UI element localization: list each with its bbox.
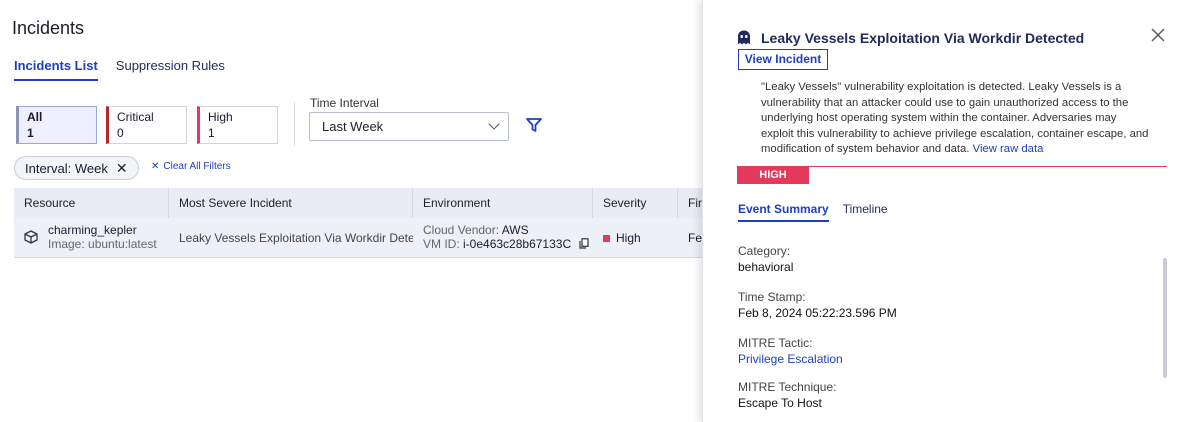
ghost-alert-icon: [738, 30, 750, 45]
clear-icon: ✕: [151, 161, 160, 172]
column-header-first-seen[interactable]: Fir: [678, 188, 702, 218]
column-header-incident[interactable]: Most Severe Incident: [169, 188, 413, 218]
vm-id-value: i-0e463c28b67133C: [463, 237, 572, 251]
field-time-stamp: Time Stamp: Feb 8, 2024 05:22:23.596 PM: [738, 290, 897, 320]
field-mitre-tactic: MITRE Tactic: Privilege Escalation: [738, 336, 843, 366]
container-cube-icon: [24, 230, 38, 244]
severity-high-indicator: [603, 235, 610, 243]
copy-icon[interactable]: [579, 238, 589, 249]
filter-card-all[interactable]: All 1: [16, 106, 97, 144]
chip-close-icon[interactable]: ✕: [116, 161, 128, 175]
cell-incident: Leaky Vessels Exploitation Via Workdir D…: [169, 218, 413, 257]
cell-first-seen: Feb: [678, 218, 702, 257]
time-interval-label: Time Interval: [310, 96, 379, 110]
cell-environment: Cloud Vendor: AWS VM ID: i-0e463c28b6713…: [413, 218, 593, 257]
time-interval-value: Last Week: [322, 119, 384, 134]
tab-suppression-rules[interactable]: Suppression Rules: [116, 58, 225, 81]
field-value: Feb 8, 2024 05:22:23.596 PM: [738, 306, 897, 320]
column-header-severity[interactable]: Severity: [593, 188, 678, 218]
field-value: Escape To Host: [738, 396, 822, 410]
field-label: MITRE Tactic:: [738, 336, 813, 350]
clear-all-filters-link[interactable]: ✕ Clear All Filters: [151, 161, 231, 172]
field-label: MITRE Technique:: [738, 380, 837, 394]
resource-name: charming_kepler: [48, 223, 137, 237]
vendor-label: Cloud Vendor:: [423, 223, 500, 237]
page-title: Incidents: [12, 18, 85, 38]
filter-card-label: Critical: [117, 110, 154, 124]
filter-funnel-icon[interactable]: [526, 118, 542, 132]
interval-filter-chip[interactable]: Interval: Week ✕: [14, 156, 139, 180]
tab-event-summary[interactable]: Event Summary: [738, 202, 829, 222]
severity-value: High: [616, 231, 641, 245]
filter-card-critical[interactable]: Critical 0: [106, 106, 187, 144]
chevron-down-icon: [488, 118, 500, 130]
drawer-tabs: Event Summary Timeline: [738, 202, 888, 222]
time-interval-select[interactable]: Last Week: [309, 112, 509, 141]
table-header: Resource Most Severe Incident Environmen…: [14, 188, 702, 218]
filter-card-label: All: [27, 110, 43, 124]
filter-card-count: 0: [117, 126, 124, 140]
field-mitre-technique: MITRE Technique: Escape To Host: [738, 380, 837, 410]
drawer-scrollbar[interactable]: [1163, 258, 1167, 378]
table-row[interactable]: charming_kepler Image: ubuntu:latest Lea…: [14, 218, 702, 258]
resource-image: Image: ubuntu:latest: [48, 237, 157, 251]
description-text: "Leaky Vessels" vulnerability exploitati…: [761, 81, 1149, 155]
field-label: Time Stamp:: [738, 290, 806, 304]
filter-divider: [294, 102, 295, 146]
clear-all-label: Clear All Filters: [163, 161, 231, 172]
incident-detail-drawer: Leaky Vessels Exploitation Via Workdir D…: [702, 0, 1200, 422]
column-header-resource[interactable]: Resource: [14, 188, 169, 218]
vendor-value: AWS: [501, 223, 529, 237]
tab-incidents-list[interactable]: Incidents List: [14, 58, 98, 81]
tab-timeline[interactable]: Timeline: [843, 202, 888, 222]
chip-label: Interval: Week: [25, 160, 108, 176]
incidents-table: Resource Most Severe Incident Environmen…: [14, 188, 702, 258]
view-raw-data-link[interactable]: View raw data: [973, 143, 1044, 155]
vm-id-label: VM ID:: [423, 237, 460, 251]
column-header-environment[interactable]: Environment: [413, 188, 593, 218]
close-icon[interactable]: [1149, 26, 1167, 44]
cell-severity: High: [593, 218, 678, 257]
incidents-main-panel: Incidents Incidents List Suppression Rul…: [0, 0, 702, 422]
filter-card-count: 1: [27, 126, 34, 140]
filter-card-high[interactable]: High 1: [197, 106, 278, 144]
cell-resource: charming_kepler Image: ubuntu:latest: [14, 218, 169, 257]
filter-card-count: 1: [208, 126, 215, 140]
severity-badge: HIGH: [737, 167, 809, 184]
field-category: Category: behavioral: [738, 244, 793, 274]
incident-name: Leaky Vessels Exploitation Via Workdir D…: [179, 231, 413, 245]
incident-description: "Leaky Vessels" vulnerability exploitati…: [761, 80, 1151, 158]
filter-card-label: High: [208, 110, 233, 124]
view-incident-button[interactable]: View Incident: [738, 49, 828, 70]
first-seen-value: Feb: [688, 231, 702, 245]
field-label: Category:: [738, 244, 791, 258]
field-value: behavioral: [738, 260, 794, 274]
drawer-title: Leaky Vessels Exploitation Via Workdir D…: [761, 30, 1085, 46]
incident-tabs: Incidents List Suppression Rules: [14, 58, 225, 81]
mitre-tactic-link[interactable]: Privilege Escalation: [738, 352, 843, 366]
